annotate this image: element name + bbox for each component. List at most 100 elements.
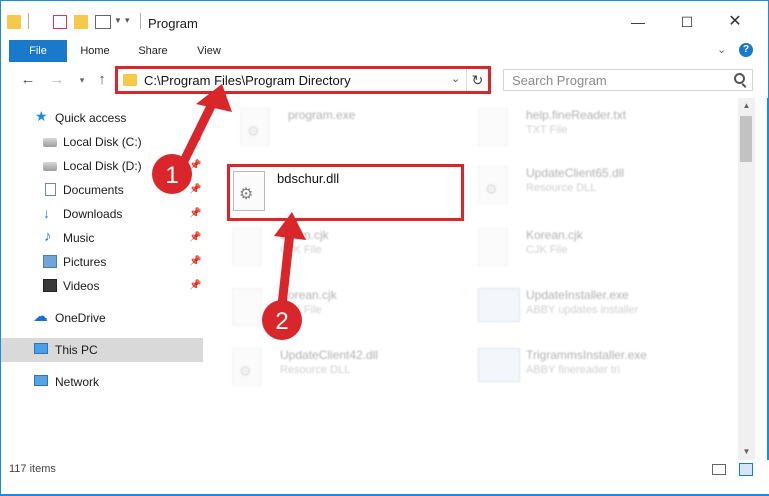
tab-home[interactable]: Home <box>73 40 117 62</box>
sidebar-item-label: Downloads <box>63 207 123 221</box>
list-item[interactable]: UpdateClient65.dll Resource DLL <box>478 166 728 208</box>
computer-icon <box>34 343 48 354</box>
file-description: ABBY updates installer <box>526 304 639 316</box>
sidebar-item-documents[interactable]: Documents 📌 <box>1 178 203 202</box>
dll-file-icon <box>233 171 265 211</box>
pin-icon[interactable]: 📌 <box>189 136 201 147</box>
search-icon[interactable] <box>734 73 745 84</box>
pin-icon[interactable]: 📌 <box>189 232 201 243</box>
sidebar-item-label: This PC <box>55 343 98 357</box>
new-folder-icon[interactable] <box>74 15 88 29</box>
pin-icon[interactable]: 📌 <box>189 280 201 291</box>
highlighted-file[interactable]: bdschur.dll <box>227 164 464 221</box>
file-description: Resource DLL <box>526 182 597 194</box>
scroll-down-icon[interactable]: ▼ <box>738 444 755 460</box>
sidebar-item-label: Local Disk (D:) <box>63 159 142 173</box>
refresh-button[interactable]: ↻ <box>466 69 488 91</box>
installer-icon <box>478 348 520 382</box>
list-item[interactable]: UpdateInstaller.exe ABBY updates install… <box>478 288 728 330</box>
document-icon <box>45 183 56 196</box>
sidebar-item-pictures[interactable]: Pictures 📌 <box>1 250 203 274</box>
list-item[interactable]: Korean.cjk CJK File <box>232 288 462 330</box>
view-options-caret-icon[interactable]: ▼ <box>114 16 122 25</box>
customize-toolbar-icon[interactable]: ▾ <box>125 15 130 26</box>
back-arrow-icon[interactable]: ← <box>19 71 37 88</box>
sidebar-item-videos[interactable]: Videos 📌 <box>1 274 203 298</box>
scroll-up-icon[interactable]: ▲ <box>738 98 755 114</box>
up-arrow-icon[interactable]: ↑ <box>93 71 111 88</box>
dll-file-icon <box>478 166 508 204</box>
pin-icon[interactable]: 📌 <box>189 256 201 267</box>
sidebar-item-label: Pictures <box>63 255 107 269</box>
sidebar-item-onedrive[interactable]: ☁ OneDrive <box>1 306 203 330</box>
star-icon: ★ <box>35 108 48 124</box>
tab-view[interactable]: View <box>191 40 227 62</box>
vertical-scrollbar[interactable]: ▲ ▼ <box>738 98 755 460</box>
item-count: 117 items <box>9 463 56 475</box>
file-description: CJK File <box>280 304 322 316</box>
expand-ribbon-chevron-icon[interactable]: ⌄ <box>717 43 726 56</box>
divider <box>28 13 29 29</box>
file-icon <box>232 288 262 326</box>
list-item[interactable]: help.fineReader.txt TXT File <box>478 108 728 150</box>
file-description: ABBY finereader tri <box>526 364 620 376</box>
folder-icon[interactable] <box>7 15 21 29</box>
close-button[interactable]: ✕ <box>725 12 745 32</box>
file-name: TrigrammsInstaller.exe <box>526 348 647 362</box>
sidebar-item-this-pc[interactable]: This PC <box>1 338 203 362</box>
tab-share[interactable]: Share <box>133 40 173 62</box>
file-name: Ecom.cjk <box>280 228 329 242</box>
dll-file-icon <box>232 348 262 386</box>
divider <box>140 13 141 29</box>
executable-icon <box>240 108 270 146</box>
pin-icon[interactable]: 📌 <box>189 184 201 195</box>
window-title: Program <box>148 16 198 31</box>
pin-icon[interactable]: 📌 <box>189 208 201 219</box>
list-item[interactable]: TrigrammsInstaller.exe ABBY finereader t… <box>478 348 728 390</box>
file-description: CJK File <box>526 244 568 256</box>
video-icon <box>43 279 57 292</box>
disk-icon <box>43 162 57 171</box>
sidebar-item-downloads[interactable]: ↓ Downloads 📌 <box>1 202 203 226</box>
address-history-chevron-icon[interactable]: ⌄ <box>451 72 460 85</box>
address-bar[interactable]: C:\Program Files\Program Directory ⌄ ↻ <box>115 66 491 94</box>
large-icons-view-icon[interactable] <box>739 463 753 476</box>
sidebar-item-network[interactable]: Network <box>1 370 203 394</box>
sidebar-item-music[interactable]: ♪ Music 📌 <box>1 226 203 250</box>
title-bar: ▼ ▾ Program — ☐ ✕ <box>0 0 769 40</box>
status-bar: 117 items <box>0 460 769 496</box>
view-options-icon[interactable] <box>95 15 111 29</box>
tab-file[interactable]: File <box>9 40 67 62</box>
sidebar-item-local-disk-c[interactable]: Local Disk (C:) 📌 <box>1 130 203 154</box>
pin-icon[interactable]: 📌 <box>189 160 201 171</box>
file-name: program.exe <box>288 108 356 122</box>
file-name: help.fineReader.txt <box>526 108 627 122</box>
search-box[interactable] <box>503 69 753 91</box>
search-input[interactable] <box>504 70 724 90</box>
sidebar-item-label: Local Disk (C:) <box>63 135 142 149</box>
sidebar-item-quick-access[interactable]: ★ Quick access <box>1 106 203 130</box>
properties-check-icon[interactable] <box>53 15 67 29</box>
file-description: TXT File <box>526 124 568 136</box>
scroll-thumb[interactable] <box>740 116 752 162</box>
list-item[interactable]: Korean.cjk CJK File <box>478 228 728 270</box>
list-item[interactable]: Ecom.cjk CJK File <box>232 228 462 270</box>
sidebar-item-label: Videos <box>63 279 100 293</box>
sidebar-item-label: OneDrive <box>55 311 106 325</box>
recent-locations-chevron-icon[interactable]: ▾ <box>73 75 91 86</box>
list-item[interactable]: UpdateClient42.dll Resource DLL <box>232 348 462 390</box>
list-item[interactable]: program.exe <box>240 108 470 150</box>
text-file-icon <box>478 108 508 146</box>
minimize-button[interactable]: — <box>628 12 648 32</box>
pictures-icon <box>43 255 57 268</box>
sidebar-item-label: Documents <box>63 183 124 197</box>
details-view-icon[interactable] <box>712 464 726 475</box>
file-description: Resource DLL <box>280 364 351 376</box>
download-icon: ↓ <box>43 205 50 221</box>
address-path[interactable]: C:\Program Files\Program Directory <box>144 73 351 88</box>
sidebar-item-local-disk-d[interactable]: Local Disk (D:) 📌 <box>1 154 203 178</box>
file-name: UpdateClient65.dll <box>526 166 625 180</box>
forward-arrow-icon[interactable]: → <box>48 71 66 88</box>
help-icon[interactable]: ? <box>739 43 753 57</box>
maximize-button[interactable]: ☐ <box>677 12 697 32</box>
